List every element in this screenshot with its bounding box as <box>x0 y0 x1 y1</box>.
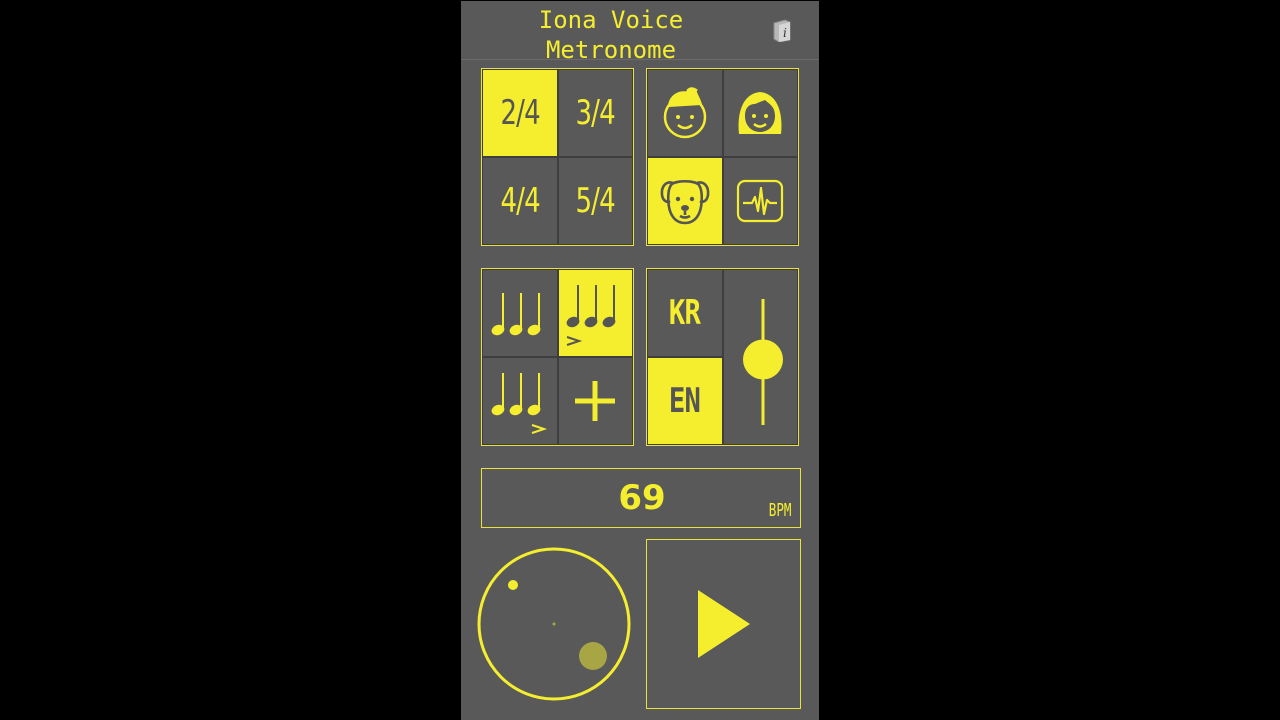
app-screen: Iona Voice Metronome i 2/4 3/4 4/4 5/4 K… <box>461 1 819 720</box>
tempo-dial-handle[interactable] <box>579 642 607 670</box>
language-en-button[interactable]: EN <box>647 357 723 445</box>
boy-face-icon <box>663 87 706 139</box>
accent-pattern-grid <box>481 268 634 446</box>
accent-first-button[interactable] <box>557 269 633 357</box>
svg-text:i: i <box>783 26 787 40</box>
girl-face-icon <box>738 92 782 134</box>
accent-none-button[interactable] <box>482 269 558 357</box>
time-signature-4-4[interactable]: 4/4 <box>482 157 558 245</box>
language-kr-button[interactable]: KR <box>647 269 723 357</box>
time-signature-3-4[interactable]: 3/4 <box>557 69 633 157</box>
plus-icon <box>575 381 616 421</box>
voice-boy-button[interactable] <box>647 69 723 157</box>
voice-grid <box>646 68 799 246</box>
three-notes-first-accent-icon <box>566 285 616 346</box>
time-signature-grid: 2/4 3/4 4/4 5/4 <box>481 68 634 246</box>
play-button[interactable] <box>646 539 801 709</box>
voice-girl-button[interactable] <box>722 69 798 157</box>
title-divider <box>461 59 819 60</box>
time-signature-5-4[interactable]: 5/4 <box>557 157 633 245</box>
accent-last-button[interactable] <box>482 357 558 445</box>
app-title-line-2: Metronome <box>545 36 677 59</box>
app-title: Iona Voice Metronome <box>461 5 761 59</box>
time-signature-2-4[interactable]: 2/4 <box>482 69 558 157</box>
app-title-line-1: Iona Voice <box>538 6 684 34</box>
tempo-dial-marker <box>508 580 518 590</box>
waveform-monitor-icon <box>737 179 784 223</box>
tempo-unit: BPM <box>769 500 792 521</box>
tempo-display[interactable]: 69 BPM <box>481 468 801 528</box>
language-volume-grid: KR EN <box>646 268 799 446</box>
volume-slider[interactable] <box>722 269 798 445</box>
info-book-icon: i <box>773 19 791 43</box>
tempo-dial-ring <box>477 547 631 701</box>
tempo-dial[interactable] <box>475 545 633 703</box>
play-icon <box>697 590 750 658</box>
three-notes-last-accent-icon <box>491 373 547 434</box>
voice-beep-button[interactable] <box>722 157 798 245</box>
volume-slider-knob[interactable] <box>743 339 784 380</box>
info-button[interactable]: i <box>771 18 793 43</box>
add-pattern-button[interactable] <box>557 357 633 445</box>
three-notes-icon <box>491 293 541 336</box>
voice-dog-button[interactable] <box>647 157 723 245</box>
dog-face-icon <box>660 179 710 225</box>
tempo-value: 69 <box>618 478 666 518</box>
volume-slider-track <box>743 299 784 425</box>
